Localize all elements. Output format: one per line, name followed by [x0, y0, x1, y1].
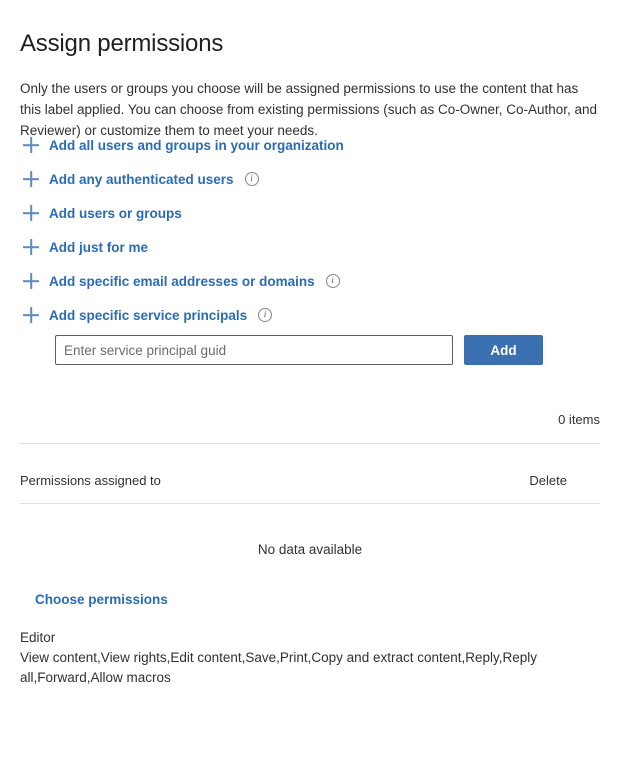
- table-divider-top: [20, 443, 600, 444]
- plus-icon: [20, 270, 42, 292]
- table-header: Permissions assigned to Delete: [20, 473, 600, 491]
- plus-icon: [20, 304, 42, 326]
- info-icon-glyph: i: [250, 174, 253, 184]
- permissions-summary: Editor View content,View rights,Edit con…: [20, 628, 560, 688]
- plus-icon: [20, 134, 42, 156]
- table-divider-bottom: [20, 503, 600, 504]
- plus-icon: [20, 168, 42, 190]
- page-title: Assign permissions: [20, 30, 224, 58]
- permissions-role-name: Editor: [20, 630, 56, 645]
- plus-icon: [20, 236, 42, 258]
- add-option-specific-service-principals[interactable]: Add specific service principals i: [20, 298, 273, 332]
- table-empty-state: No data available: [257, 542, 363, 557]
- add-option-any-authenticated-users[interactable]: Add any authenticated users i: [20, 162, 259, 196]
- permissions-rights-list: View content,View rights,Edit content,Sa…: [20, 650, 538, 685]
- items-count: 0 items: [558, 412, 600, 427]
- info-icon[interactable]: i: [244, 172, 259, 186]
- add-option-just-for-me[interactable]: Add just for me: [20, 230, 148, 264]
- column-header-delete: Delete: [529, 473, 567, 488]
- plus-icon: [20, 202, 42, 224]
- add-option-label: Add users or groups: [49, 205, 182, 221]
- assign-permissions-panel: Assign permissions Only the users or gro…: [0, 0, 625, 759]
- add-option-label: Add specific email addresses or domains: [49, 273, 315, 289]
- service-principal-form: Add: [55, 335, 543, 365]
- add-button[interactable]: Add: [464, 335, 543, 365]
- add-option-label: Add all users and groups in your organiz…: [49, 137, 344, 153]
- choose-permissions-link[interactable]: Choose permissions: [35, 592, 168, 607]
- column-header-permissions-assigned-to: Permissions assigned to: [20, 473, 161, 488]
- info-icon-glyph: i: [331, 276, 334, 286]
- info-icon[interactable]: i: [258, 308, 273, 322]
- add-option-all-users-and-groups[interactable]: Add all users and groups in your organiz…: [20, 128, 344, 162]
- add-option-specific-email-addresses-or-domains[interactable]: Add specific email addresses or domains …: [20, 264, 340, 298]
- add-options-list: Add all users and groups in your organiz…: [20, 128, 580, 332]
- add-option-label: Add just for me: [49, 239, 149, 255]
- info-icon-glyph: i: [263, 310, 267, 320]
- info-icon[interactable]: i: [325, 274, 340, 288]
- add-option-label: Add specific service principals: [49, 307, 248, 323]
- add-option-label: Add any authenticated users: [49, 171, 234, 187]
- add-option-users-or-groups[interactable]: Add users or groups: [20, 196, 182, 230]
- service-principal-guid-input[interactable]: [55, 335, 453, 365]
